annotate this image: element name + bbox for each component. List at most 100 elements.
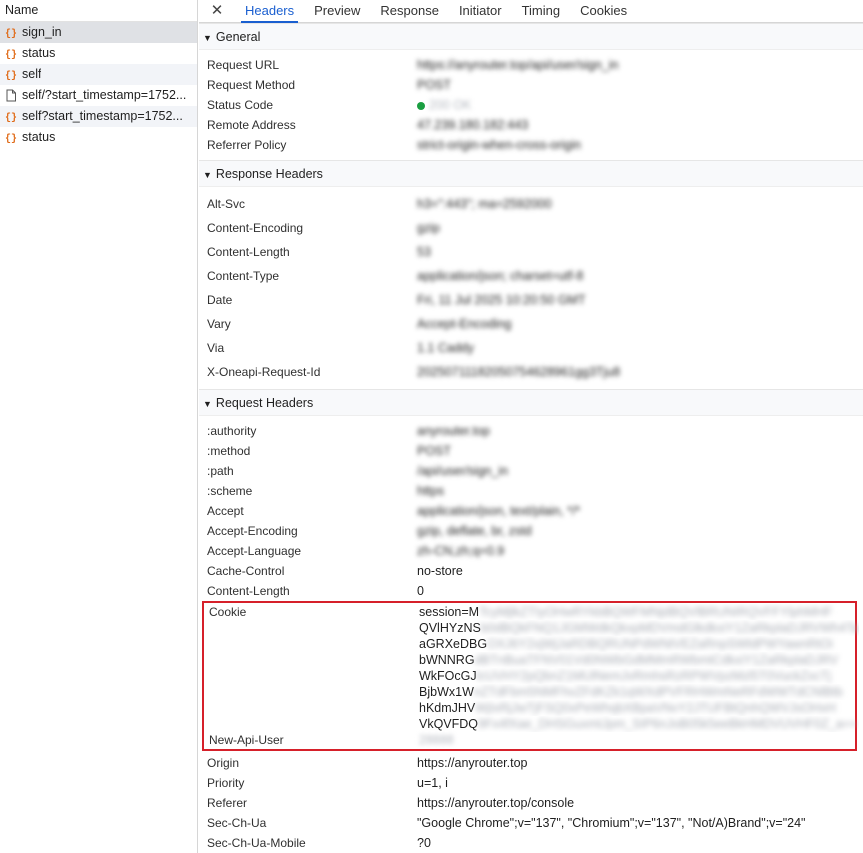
cookie-redacted-text: TcyMjlkZTIyOHwRYkbBQWFMNjdBQVlBRUNIRQVFF…	[479, 605, 833, 619]
header-row: Status Code 200 OK	[199, 95, 863, 115]
cookie-line: QVlHYzNS b0dBQkFNQ1JGMWdkQkxpMDVmdGlkdkxi…	[419, 620, 859, 636]
request-header-rows: :authority anyrouter.top :method POST:path /…	[199, 416, 863, 601]
cookie-line: session=M TcyMjlkZTIyOHwRYkbBQWFMNjdBQVlB…	[419, 604, 859, 620]
general-section-title: General	[215, 30, 261, 44]
general-rows: Request URL https://anyrouter.top/api/use…	[199, 50, 863, 160]
header-value[interactable]: Fri, 11 Jul 2025 10:20:50 GMT	[417, 288, 863, 312]
header-value[interactable]: POST	[417, 441, 863, 461]
json-braces-icon: {}	[4, 110, 18, 124]
request-list-item[interactable]: {} self?start_timestamp=1752...	[0, 106, 197, 127]
header-value[interactable]: /api/user/sign_in	[417, 461, 863, 481]
status-ok-dot-icon	[417, 101, 425, 110]
header-row: Cache-Control no-store	[199, 561, 863, 581]
cookie-line: hKdmJHV WjIxRjJwTjFSQ0xPeWhqbXBpaVNvY2JTU…	[419, 700, 859, 716]
header-key: :authority	[207, 424, 257, 438]
cookie-redacted-text: nZTdFbm5NMFhvZFdKZk1qWXdPVFRHWmNeRFdWWTd…	[473, 685, 843, 699]
header-row: :authority anyrouter.top	[199, 421, 863, 441]
cookie-visible-text: session=M	[419, 605, 480, 619]
document-icon	[4, 89, 18, 103]
header-value[interactable]: 1.1 Caddy	[417, 336, 863, 360]
request-name: status	[22, 130, 56, 144]
response-headers-section-header[interactable]: ▼ Response Headers	[199, 160, 863, 187]
header-value[interactable]: no-store	[417, 561, 863, 581]
header-value[interactable]: "Google Chrome";v="137", "Chromium";v="1…	[417, 813, 863, 833]
header-value[interactable]: https://anyrouter.top/api/user/sign_in	[417, 55, 863, 75]
header-value[interactable]: https://anyrouter.top/console	[417, 793, 863, 813]
header-row: Priority u=1, i	[199, 773, 863, 793]
header-value[interactable]: https://anyrouter.top	[417, 753, 863, 773]
header-value[interactable]: POST	[417, 75, 863, 95]
request-name: self	[22, 67, 42, 81]
header-value[interactable]: 200 OK	[417, 95, 863, 115]
tab-cookies[interactable]: Cookies	[570, 0, 637, 22]
header-key: :method	[207, 444, 251, 458]
header-row: Sec-Ch-Ua "Google Chrome";v="137", "Chrom…	[199, 813, 863, 833]
cookie-visible-text: BjbWx1W	[419, 685, 474, 699]
header-value[interactable]: Accept-Encoding	[417, 312, 863, 336]
header-value[interactable]: u=1, i	[417, 773, 863, 793]
header-value[interactable]: 53	[417, 240, 863, 264]
general-section-header[interactable]: ▼ General	[199, 23, 863, 50]
header-key: Status Code	[207, 98, 274, 112]
close-icon[interactable]: ✕	[199, 0, 235, 22]
header-value[interactable]: ?0	[417, 833, 863, 853]
header-value[interactable]: 28888	[419, 732, 454, 748]
header-key: Remote Address	[207, 118, 296, 132]
tab-response[interactable]: Response	[370, 0, 449, 22]
header-key: Accept	[207, 504, 244, 518]
tab-timing[interactable]: Timing	[512, 0, 571, 22]
header-key: Content-Length	[207, 245, 290, 259]
header-value[interactable]: 20250711182050754628961gg3Tju8	[417, 360, 863, 384]
header-row: Alt-Svc h3=":443"; ma=2592000	[199, 192, 863, 216]
header-value[interactable]: h3=":443"; ma=2592000	[417, 192, 863, 216]
cookie-visible-text: hKdmJHV	[419, 701, 476, 715]
request-details-panel: ✕ Headers Preview Response Initiator Timing C…	[199, 0, 863, 853]
request-list-item[interactable]: {} self	[0, 64, 197, 85]
header-row: :scheme https	[199, 481, 863, 501]
request-list-item[interactable]: self/?start_timestamp=1752...	[0, 85, 197, 106]
header-value[interactable]: strict-origin-when-cross-origin	[417, 135, 863, 155]
header-row: Request Method POST	[199, 75, 863, 95]
request-list-item[interactable]: {} status	[0, 43, 197, 64]
header-value[interactable]: anyrouter.top	[417, 421, 863, 441]
header-key: Request URL	[207, 58, 280, 72]
tab-initiator[interactable]: Initiator	[449, 0, 512, 22]
cookie-value[interactable]: session=M TcyMjlkZTIyOHwRYkbBQWFMNjdBQVlB…	[419, 604, 859, 732]
header-key: Request Method	[207, 78, 296, 92]
svg-text:{}: {}	[5, 70, 17, 81]
request-list-item[interactable]: {} status	[0, 127, 197, 148]
request-name: self/?start_timestamp=1752...	[22, 88, 187, 102]
header-row: Accept-Encoding gzip, deflate, br, zstd	[199, 521, 863, 541]
json-braces-icon: {}	[4, 131, 18, 145]
cookie-redacted-text: b0dBQkFNQ1JGMWdkQkxpMDVmdGlkdkxiY1ZaRkpl…	[480, 621, 860, 635]
cookie-line: BjbWx1W nZTdFbm5NMFhvZFdKZk1qWXdPVFRHWmNe…	[419, 684, 859, 700]
header-value[interactable]: application/json; charset=utf-8	[417, 264, 863, 288]
header-value[interactable]: https	[417, 481, 863, 501]
header-value[interactable]: gzip	[417, 216, 863, 240]
expand-triangle-icon: ▼	[203, 170, 212, 180]
request-headers-section-title: Request Headers	[215, 396, 314, 410]
request-list-header[interactable]: Name	[0, 0, 197, 22]
header-row: :path/api/user/sign_in	[199, 461, 863, 481]
tab-headers[interactable]: Headers	[235, 0, 304, 23]
header-value[interactable]: application/json, text/plain, */*	[417, 501, 863, 521]
header-key: New-Api-User	[209, 733, 284, 747]
header-key: :scheme	[207, 484, 253, 498]
header-row: Request URL https://anyrouter.top/api/use…	[199, 55, 863, 75]
cookie-redacted-text: dBTnBuaTFNV01Vd0NWbGdMMmRWbmtCdkxiY1ZaRk…	[474, 653, 839, 667]
header-value[interactable]: gzip, deflate, br, zstd	[417, 521, 863, 541]
cookie-line: bWNNRG dBTnBuaTFNV01Vd0NWbGdMMmRWbmtCdkxi…	[419, 652, 859, 668]
header-value[interactable]: zh-CN,zh;q=0.9	[417, 541, 863, 561]
svg-text:{}: {}	[5, 28, 17, 39]
header-value[interactable]: 47.239.180.182:443	[417, 115, 863, 135]
request-headers-section-header[interactable]: ▼ Request Headers	[199, 389, 863, 416]
header-value[interactable]: 0	[417, 581, 863, 601]
cookie-visible-text: aGRXeDBG	[419, 637, 488, 651]
header-row: Accept-Language zh-CN,zh;q=0.9	[199, 541, 863, 561]
header-key: Referrer Policy	[207, 138, 287, 152]
request-list-item[interactable]: {} sign_in	[0, 22, 197, 43]
tab-preview[interactable]: Preview	[304, 0, 370, 22]
header-row: Content-Type application/json; charset=ut…	[199, 264, 863, 288]
header-key: Sec-Ch-Ua	[207, 816, 267, 830]
svg-text:{}: {}	[5, 49, 17, 60]
